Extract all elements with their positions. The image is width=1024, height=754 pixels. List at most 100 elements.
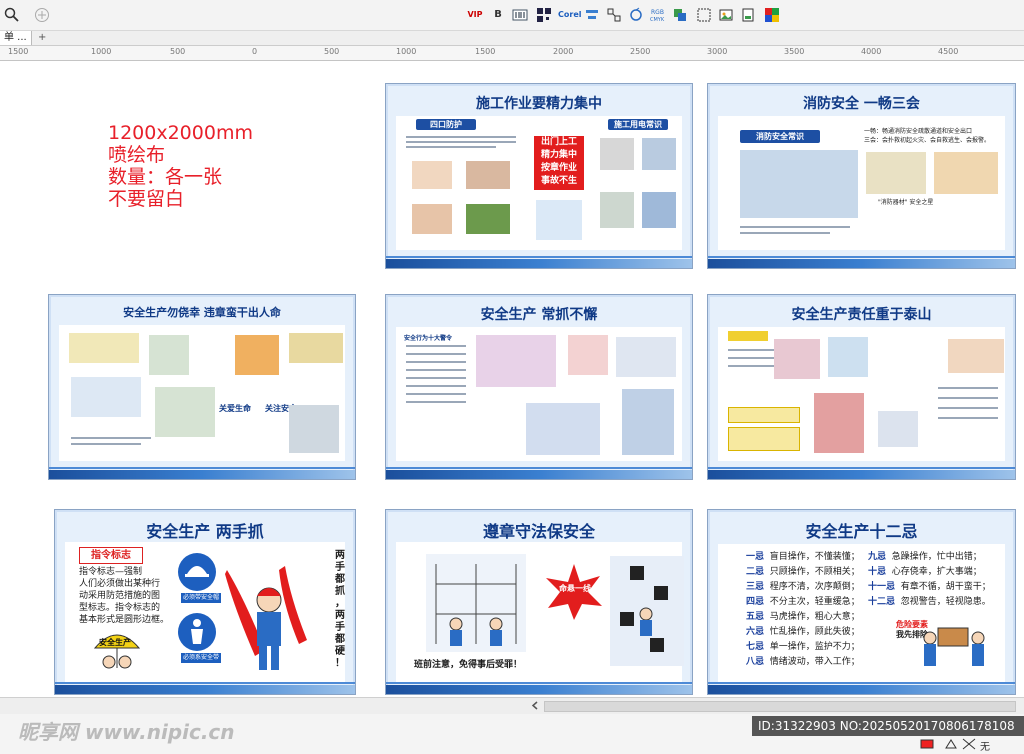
board-focus[interactable]: 施工作业要精力集中 四口防护 施工用电常识 出门上工 精力集中 按章作业 事故不… (385, 83, 693, 269)
corel-button[interactable]: Corel (558, 6, 581, 24)
taboo-key: 七忌 (746, 642, 765, 652)
board-title: 施工作业要精力集中 (476, 96, 602, 112)
taboo-key: 八忌 (746, 657, 765, 667)
taboo-text: 情绪波动，带入工作； (769, 657, 860, 667)
board-panel: 四口防护 施工用电常识 出门上工 精力集中 按章作业 事故不生 (396, 116, 682, 250)
taboo-key: 九忌 (868, 552, 887, 562)
umbrella-illustration: 安全生产 (93, 628, 141, 672)
cartoon-illustration (866, 152, 926, 194)
scroll-left-icon[interactable] (530, 700, 540, 711)
board-persist[interactable]: 安全生产 常抓不懈 安全行为十大警令 (385, 294, 693, 480)
board-title: 消防安全 一畅三会 (803, 96, 920, 112)
ruler-tick: 4000 (861, 47, 882, 56)
board-fire-safety[interactable]: 消防安全 一畅三会 消防安全常识 一畅：畅通消防安全疏散通道和安全出口 三会：会… (707, 83, 1016, 269)
add-circle-icon[interactable] (34, 7, 50, 23)
side-char: 两 (335, 550, 345, 561)
spec-material: 喷绘布 (108, 144, 166, 166)
desc-line: 指令标志—强制 (79, 567, 143, 577)
desc-line: 基本形式是圆形边框。 (79, 615, 170, 625)
qrcode-icon[interactable] (536, 7, 552, 23)
board-law[interactable]: 遵章守法保安全 命悬一线 班前注意，免得事后受罪！ (385, 509, 693, 695)
board-twelve-taboos[interactable]: 安全生产十二忌 一忌 盲目操作，不懂装懂； 二忌 只顾操作，不顾相关； 三忌 程… (707, 509, 1016, 695)
ruler-tick: 1000 (91, 47, 112, 56)
illustration (149, 335, 189, 375)
stairs-illustration (412, 204, 452, 234)
board-subtitle: 消防安全常识 (740, 130, 820, 143)
ruler-tick: 1500 (8, 47, 29, 56)
taboo-text: 忙乱操作，顾此失彼； (769, 627, 860, 637)
illustration (155, 387, 215, 437)
no-outline-icon[interactable] (962, 738, 976, 753)
ruler-tick: 0 (252, 47, 258, 56)
workers-illustration (476, 335, 556, 387)
taboo-key: 四忌 (746, 597, 765, 607)
motto: 关爱生命 (219, 404, 251, 413)
sign-caption: 必须带安全帽 (181, 593, 222, 603)
slogan-line: 出门上工 (540, 137, 577, 147)
illustration (616, 337, 676, 377)
board-panel: 关爱生命 关注安全 (59, 325, 345, 461)
svg-text:CMYK: CMYK (650, 17, 665, 23)
bold-button[interactable]: B (490, 6, 506, 24)
vip-button[interactable]: VIP (466, 6, 484, 24)
illustration (289, 405, 339, 453)
image-id-bar: ID:31322903 NO:20250520170806178108 (752, 716, 1024, 736)
railing-illustration (466, 204, 510, 234)
helmet-sign-icon (177, 552, 217, 592)
barcode-icon[interactable] (512, 7, 528, 23)
umbrella-label: 安全生产 (99, 638, 131, 647)
scaffold-illustration (466, 161, 510, 189)
transform-icon[interactable] (628, 7, 644, 23)
outline-icon[interactable] (944, 738, 958, 753)
illustration (71, 377, 141, 417)
electric-illustration (642, 192, 676, 228)
board-title: 安全生产十二忌 (805, 522, 918, 541)
board-title: 安全生产 常抓不懈 (480, 307, 598, 323)
document-tab[interactable]: 单 ... (0, 31, 32, 45)
electric-illustration (600, 138, 634, 170)
horizontal-ruler[interactable]: 1500 1000 500 0 500 1000 1500 2000 2500 … (0, 46, 1024, 61)
burst-text: 命悬一线 (559, 584, 591, 593)
side-char: 手 (335, 622, 345, 633)
taboo-item: 十二忌 忽视警告，轻视隐患。 (868, 595, 991, 610)
side-char: 都 (335, 634, 345, 645)
worker-illustration (536, 200, 582, 240)
spec-quantity: 数量：各一张 (108, 166, 223, 188)
taboo-text: 盲目操作，不懂装懂； (769, 552, 860, 562)
board-two-hands[interactable]: 安全生产 两手抓 指令标志 指令标志—强制 人们必须做出某种行 动采用防范措施的… (54, 509, 356, 695)
horizontal-scrollbar[interactable] (0, 697, 1024, 714)
board-title: 安全生产 两手抓 (146, 522, 264, 541)
illustration (828, 337, 868, 377)
taboo-item: 一忌 盲目操作，不懂装懂； (746, 550, 860, 565)
convert-icon[interactable] (672, 7, 688, 23)
ruler-tick: 1500 (475, 47, 496, 56)
taboo-item: 六忌 忙乱操作，顾此失彼； (746, 625, 860, 640)
board-panel: 一忌 盲目操作，不懂装懂； 二忌 只顾操作，不顾相关； 三忌 程序不清，次序颠倒… (718, 544, 1005, 682)
taboo-item: 五忌 马虎操作，粗心大意； (746, 610, 860, 625)
rgb-cmyk-icon[interactable]: RGB CMYK (650, 7, 666, 23)
scrollbar-thumb[interactable] (544, 701, 1016, 712)
taboo-text: 程序不清，次序颠倒； (769, 582, 860, 592)
align-icon[interactable] (584, 7, 600, 23)
side-char: ！ (335, 658, 345, 669)
node-icon[interactable] (606, 7, 622, 23)
palette-icon[interactable] (764, 7, 780, 23)
new-tab-button[interactable]: + (38, 31, 46, 45)
zoom-icon[interactable] (4, 7, 20, 23)
label-tag (728, 407, 800, 423)
svg-text:RGB: RGB (651, 9, 664, 16)
board-responsibility[interactable]: 安全生产责任重于泰山 (707, 294, 1016, 480)
electric-illustration (642, 138, 676, 170)
board-no-luck[interactable]: 安全生产勿侥幸 违章蛮干出人命 关爱生命 关注安全 (48, 294, 356, 480)
export-icon[interactable] (740, 7, 756, 23)
desc-line: 人们必须做出某种行 (79, 579, 161, 589)
board-panel: 安全行为十大警令 (396, 327, 682, 461)
board-text: 一畅：畅通消防安全疏散通道和安全出口 (864, 128, 973, 135)
board-subtitle: 四口防护 (416, 119, 476, 130)
fill-icon[interactable] (920, 738, 934, 753)
cartoon-illustration (934, 152, 998, 194)
illustration (878, 411, 918, 447)
sign-caption: 必须系安全带 (181, 653, 222, 663)
select-icon[interactable] (696, 7, 712, 23)
image-icon[interactable] (718, 7, 734, 23)
